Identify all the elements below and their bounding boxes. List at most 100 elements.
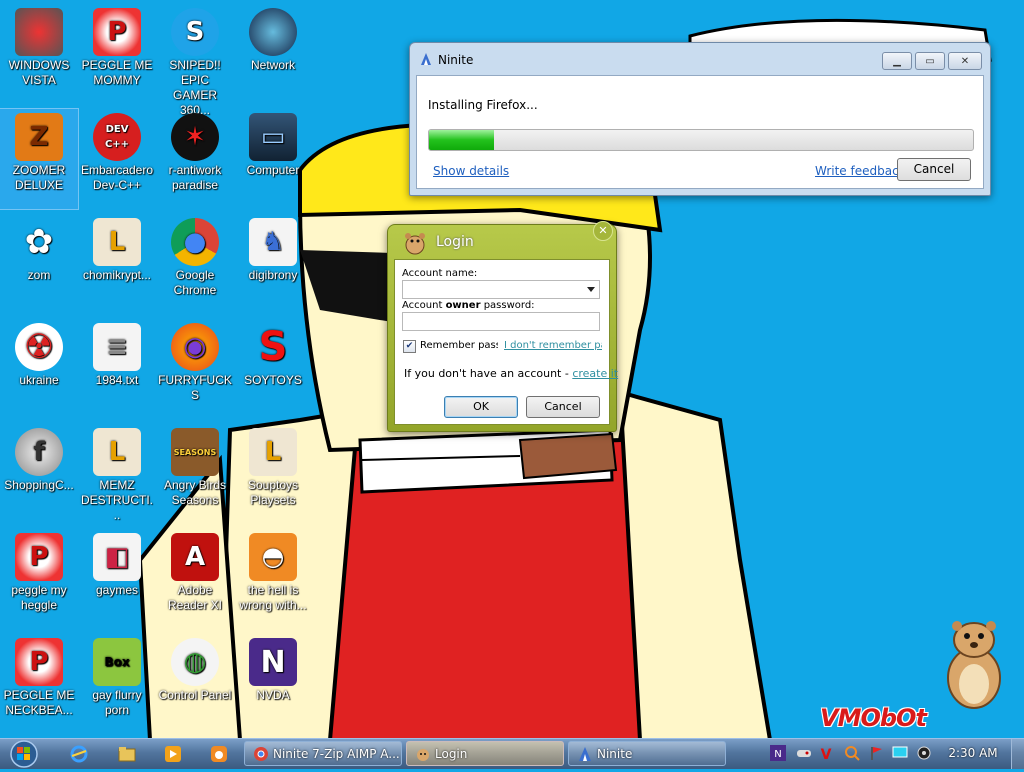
remember-password-checkbox[interactable]: ✔ [403,340,416,353]
login-dialog[interactable]: Login ✕ Account name: Account owner pass… [387,221,618,432]
search-tray-icon[interactable] [844,745,860,761]
ninite-window[interactable]: Ninite ▁ ▭ ✕ Installing Firefox... Show … [409,42,991,196]
taskbar-button-ninite-7-zip-aimp-a[interactable]: Ninite 7-Zip AIMP A... [244,741,402,766]
desktop-icon-peggle-me-mommy[interactable]: P PEGGLE ME MOMMY [78,4,156,104]
desktop-icon-label: NVDA [256,688,290,702]
control-panel-icon: ◍ [171,638,219,686]
aimp-icon: L [93,218,141,266]
desktop-icon-label: Adobe Reader XI [167,583,223,612]
account-name-label: Account name: [402,268,478,279]
system-clock[interactable]: 2:30 AM [944,746,1002,760]
show-details-link[interactable]: Show details [433,164,509,178]
desktop-icon-label: SOYTOYS [244,373,302,387]
v-tray-icon[interactable]: V [818,745,834,763]
desktop-icon-zoomer-deluxe[interactable]: Z ZOOMER DELUXE [0,108,79,210]
internet-explorer-icon [70,745,88,763]
volume-tray-icon[interactable] [916,745,932,761]
memz-icon: L [93,428,141,476]
login-form: Account name: Account owner password: ✔ … [394,259,618,425]
taskbar-button-label: Login [435,747,468,761]
media-player-icon [165,746,181,762]
firefox-icon: ◉ [171,323,219,371]
explorer-quicklaunch[interactable] [118,745,136,763]
desktop-icon-peggle-my-heggle[interactable]: Ppeggle my heggle [0,529,78,629]
text-file-icon: ≡ [93,323,141,371]
account-name-combobox[interactable] [402,280,600,299]
desktop-icon-shoppingc[interactable]: f ShoppingC... [0,424,78,524]
desktop-icon-embarcadero-dev-c[interactable]: DEV C++ Embarcadero Dev-C++ [78,109,156,209]
close-icon: ✕ [960,55,970,67]
login-ok-button[interactable]: OK [444,396,518,418]
nvda-icon: N [249,638,297,686]
desktop-icon-souptoys-playsets[interactable]: L Souptoys Playsets [234,424,312,524]
desktop-icon-chomikrypt[interactable]: Lchomikrypt... [78,214,156,314]
desktop-icon-label: MEMZ DESTRUCTI... [81,478,153,522]
desktop-icon-furryfucks[interactable]: ◉ FURRYFUCKS [156,319,234,419]
internet-explorer-quicklaunch[interactable] [70,745,88,763]
desktop-icon-label: chomikrypt... [82,268,151,282]
maximize-button[interactable]: ▭ [915,52,945,70]
desktop-icon-sniped-epic-gamer-360[interactable]: S SNIPED!! EPIC GAMER 360... [156,4,234,117]
login-close-button[interactable]: ✕ [593,221,613,241]
desktop-icon-the-hell-is-wrong-with[interactable]: ◓ the hell is wrong with... [234,529,312,629]
game-controller-tray-icon[interactable] [796,745,812,761]
nvda-tray-icon[interactable]: N [770,745,786,761]
desktop-icon-label: Google Chrome [173,268,217,297]
show-desktop-button[interactable] [1011,739,1024,769]
taskbar-button-label: Ninite [597,747,633,761]
password-field[interactable] [402,312,600,331]
desktop-icon-gaymes[interactable]: ◧ gaymes [78,529,156,629]
desktop-icon-label: the hell is wrong with... [239,583,307,612]
desktop-icon-ukraine[interactable]: ☢ ukraine [0,319,78,419]
desktop-icon-network[interactable]: Network [234,4,312,104]
display-tray-icon[interactable] [892,745,908,761]
windows-orb-icon [10,740,38,768]
desktop-icon-adobe-reader-xi[interactable]: A Adobe Reader XI [156,529,234,629]
soytoys-icon: S [258,323,288,370]
desktop-icon-label: Souptoys Playsets [247,478,299,507]
desktop-icon-digibrony[interactable]: ♞ digibrony [234,214,312,314]
windows-vista-bowl-icon [15,8,63,56]
desktop-icon-windows-vista[interactable]: WINDOWS VISTA [0,4,78,104]
souptoys-icon: L [249,428,297,476]
ninite-titlebar[interactable]: Ninite ▁ ▭ ✕ [410,43,990,75]
desktop-icon-computer[interactable]: ▭ Computer [234,109,312,209]
flag-tray-icon[interactable] [868,745,884,761]
peggle-icon: P [93,8,141,56]
desktop-icon-gay-flurry-porn[interactable]: Box gay flurry porn [78,634,156,734]
write-feedback-link[interactable]: Write feedback [815,164,906,178]
radiation-icon: ☢ [15,323,63,371]
taskbar-button-login[interactable]: Login [406,741,564,766]
desktop-icon-memz-destructi[interactable]: L MEMZ DESTRUCTI... [78,424,156,524]
desktop-icon-soytoys[interactable]: S SOYTOYS [234,319,312,419]
start-button[interactable] [4,739,44,769]
media-player-quicklaunch[interactable] [164,745,182,763]
close-button[interactable]: ✕ [948,52,982,70]
desktop-icon-peggle-me-neckbea[interactable]: P PEGGLE ME NECKBEA... [0,634,78,734]
desktop-icon-label: PEGGLE ME MOMMY [81,58,153,87]
desktop-icon-control-panel[interactable]: ◍ Control Panel [156,634,234,734]
desktop-icon-nvda[interactable]: N NVDA [234,634,312,734]
minimize-button[interactable]: ▁ [882,52,912,70]
games-folder-icon: ◧ [93,533,141,581]
taskbar-button-ninite[interactable]: Ninite [568,741,726,766]
uc-browser-quicklaunch[interactable] [210,745,228,763]
desktop-icon-r-antiwork-paradise[interactable]: ✶ r-antiwork paradise [156,109,234,209]
desktop-icon-angry-birds-seasons[interactable]: SEASONS Angry Birds Seasons [156,424,234,524]
forgot-password-link[interactable]: I don't remember pas [504,340,602,351]
ninite-cancel-button[interactable]: Cancel [897,158,971,181]
desktop-icon-1984-txt[interactable]: ≡ 1984.txt [78,319,156,419]
desktop-icon-google-chrome[interactable]: ● Google Chrome [156,214,234,314]
desktop-icon-zom[interactable]: ✿ zom [0,214,78,314]
close-icon: ✕ [598,224,608,237]
chrome-icon [254,747,268,761]
login-cancel-button[interactable]: Cancel [526,396,600,418]
uc-browser-icon [211,746,227,762]
create-account-link[interactable]: create it [572,367,618,380]
folder-icon [118,747,136,762]
desktop-icon-label: peggle my heggle [11,583,67,612]
desktop-icon-label: Computer [246,163,300,177]
ninite-title: Ninite [438,53,474,67]
ninite-icon [579,747,591,761]
uc-browser-icon: ◓ [249,533,297,581]
